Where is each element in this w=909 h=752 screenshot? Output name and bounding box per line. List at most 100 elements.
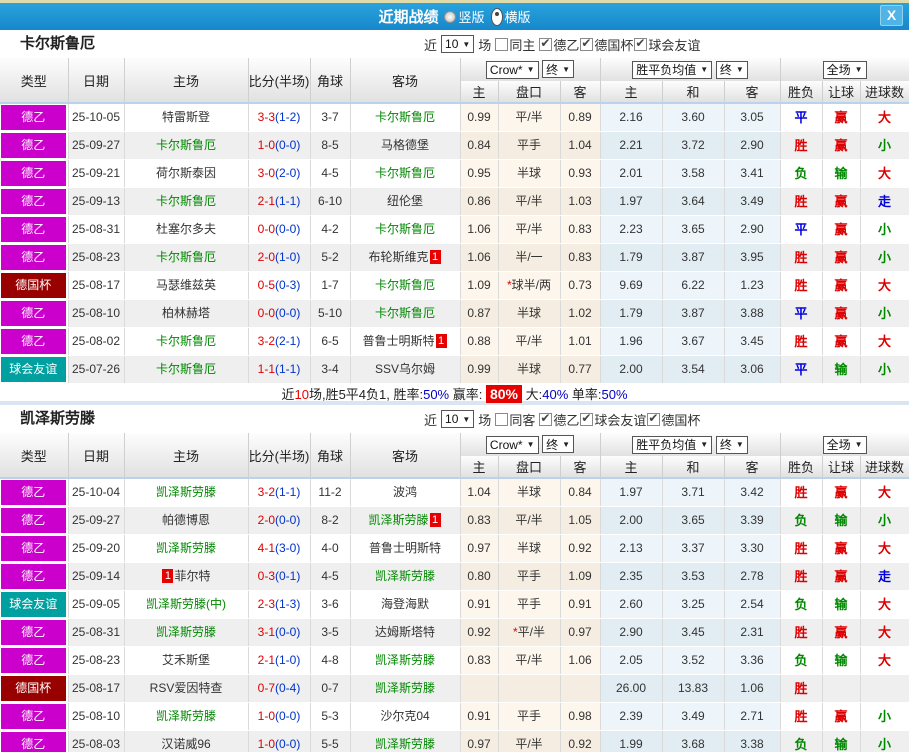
away-odds-cell: 0.84 [560, 478, 601, 507]
avg-time-select[interactable]: 终 ▼ [715, 60, 748, 79]
checkbox-checked-icon[interactable] [634, 36, 648, 51]
avg-home-cell: 1.96 [600, 327, 663, 356]
col-avg-away: 客 [724, 456, 781, 479]
avg-home-cell: 2.16 [600, 103, 663, 132]
home-odds-cell: 0.87 [460, 299, 499, 328]
league-type-badge: 德乙 [1, 189, 66, 214]
fulltime-score: 0-7 [257, 681, 275, 695]
avg-draw-cell: 3.67 [662, 327, 725, 356]
odds-group-header: Crow* ▼ 终 ▼ [460, 433, 601, 456]
date-cell: 25-09-14 [68, 562, 125, 591]
fullmatch-select[interactable]: 全场 ▼ [822, 60, 867, 79]
home-team-cell: 凯泽斯劳滕 [124, 534, 249, 563]
checkbox-checked-icon[interactable] [580, 36, 594, 51]
avg-select[interactable]: 胜平负均值 ▼ [632, 60, 713, 79]
match-count-select[interactable]: 10 ▼ [441, 35, 475, 53]
avg-home-cell: 1.99 [600, 730, 663, 752]
fullmatch-select[interactable]: 全场 ▼ [822, 435, 867, 454]
odds-time-select[interactable]: 终 ▼ [542, 60, 575, 79]
corner-cell: 3-5 [310, 618, 351, 647]
league-type-badge: 德乙 [1, 564, 66, 589]
avg-group-header: 胜平负均值 ▼ 终 ▼ [600, 58, 781, 81]
team-name-text: 达姆斯塔特 [374, 625, 435, 639]
match-row: 德乙 25-10-05 特雷斯登 3-3(1-2) 3-7 卡尔斯鲁厄 0.99 平/半 0.8… [0, 103, 909, 132]
halftime-score: (1-1) [275, 362, 301, 376]
radio-unselected-icon[interactable] [444, 10, 457, 23]
date-cell: 25-08-23 [68, 243, 125, 272]
league-filter[interactable]: 德国杯 [580, 35, 633, 54]
home-odds-cell: 0.92 [460, 618, 499, 647]
handicap-result-cell: 赢 [822, 327, 861, 356]
match-row: 德国杯 25-08-17 RSV爱因特查 0-7(0-4) 0-7 凯泽斯劳滕 26.00 1… [0, 674, 909, 703]
col-handicap-result: 让球 [822, 456, 861, 479]
match-row: 德乙 25-10-04 凯泽斯劳滕 3-2(1-1) 11-2 波鸿 1.04 半球 0.84 1… [0, 478, 909, 507]
halftime-score: (1-0) [275, 653, 301, 667]
col-away: 客场 [350, 58, 461, 104]
avg-home-cell: 2.01 [600, 159, 663, 188]
checkbox-checked-icon[interactable] [647, 411, 661, 426]
section-header: 卡尔斯鲁厄 近 10 ▼ 场 同主 德乙德国杯球会友谊 [0, 30, 909, 58]
corner-cell: 4-2 [310, 215, 351, 244]
result-cell: 平 [780, 215, 823, 244]
avg-draw-cell: 3.54 [662, 355, 725, 384]
col-result: 胜负 [780, 456, 823, 479]
handicap-cell: 半球 [498, 299, 561, 328]
checkbox-unchecked-icon[interactable] [495, 412, 509, 426]
col-crow-home: 主 [460, 456, 499, 479]
col-score: 比分(半场) [248, 58, 311, 104]
league-type-cell: 德乙 [0, 702, 69, 731]
odds-time-select[interactable]: 终 ▼ [542, 435, 575, 454]
away-team-cell: 普鲁士明斯特 1 [350, 327, 461, 356]
league-filter[interactable]: 球会友谊 [580, 410, 646, 429]
corner-cell: 4-0 [310, 534, 351, 563]
col-type: 类型 [0, 433, 69, 479]
team-name-text: 卡尔斯鲁厄 [374, 278, 435, 292]
avg-home-cell: 2.21 [600, 131, 663, 160]
league-filter[interactable]: 球会友谊 [634, 35, 700, 54]
chevron-down-icon: ▼ [562, 439, 571, 449]
radio-horizontal-layout[interactable]: 横版 [490, 7, 531, 26]
page-title: 近期战绩 [378, 9, 439, 26]
checkbox-checked-icon[interactable] [539, 36, 553, 51]
league-filter[interactable]: 德乙 [539, 35, 579, 54]
match-row: 德乙 25-09-21 荷尔斯泰因 3-0(2-0) 4-5 卡尔斯鲁厄 0.95 半球 0.9… [0, 159, 909, 188]
results-body: 德乙 25-10-04 凯泽斯劳滕 3-2(1-1) 11-2 波鸿 1.04 半球 0.84 1… [0, 478, 909, 752]
bookmaker-select[interactable]: Crow* ▼ [485, 60, 539, 79]
league-filter[interactable]: 德乙 [539, 410, 579, 429]
goals-cell: 小 [860, 730, 909, 752]
match-count-select[interactable]: 10 ▼ [441, 410, 475, 428]
away-odds-cell: 0.77 [560, 355, 601, 384]
home-odds-cell: 1.06 [460, 243, 499, 272]
radio-selected-icon[interactable] [490, 7, 503, 26]
checkbox-checked-icon[interactable] [539, 411, 553, 426]
avg-draw-cell: 3.49 [662, 702, 725, 731]
league-type-cell: 德乙 [0, 562, 69, 591]
red-card-badge: 1 [435, 334, 447, 348]
team-name-text: 柏林赫塔 [161, 306, 210, 320]
chevron-down-icon: ▼ [462, 39, 471, 49]
fulltime-score: 1-0 [257, 138, 275, 152]
away-team-cell: SSV乌尔姆 [350, 355, 461, 384]
team-name-text: 卡尔斯鲁厄 [374, 306, 435, 320]
corner-cell: 0-7 [310, 674, 351, 703]
same-venue-filter[interactable]: 同客 [495, 410, 535, 429]
close-button[interactable]: X [880, 5, 903, 26]
away-team-cell: 卡尔斯鲁厄 [350, 103, 461, 132]
away-odds-cell: 0.83 [560, 243, 601, 272]
bookmaker-select[interactable]: Crow* ▼ [485, 435, 539, 454]
checkbox-unchecked-icon[interactable] [495, 37, 509, 51]
date-cell: 25-10-05 [68, 103, 125, 132]
league-filter[interactable]: 德国杯 [647, 410, 700, 429]
radio-vertical-layout[interactable]: 竖版 [444, 7, 485, 26]
league-type-cell: 德乙 [0, 478, 69, 507]
date-cell: 25-07-26 [68, 355, 125, 384]
avg-away-cell: 3.88 [724, 299, 781, 328]
avg-draw-cell: 3.65 [662, 215, 725, 244]
result-cell: 胜 [780, 674, 823, 703]
checkbox-checked-icon[interactable] [580, 411, 594, 426]
avg-select[interactable]: 胜平负均值 ▼ [632, 435, 713, 454]
same-venue-filter[interactable]: 同主 [495, 35, 535, 54]
team-name-text: 马格德堡 [380, 138, 429, 152]
avg-time-select[interactable]: 终 ▼ [715, 435, 748, 454]
home-odds-cell: 1.04 [460, 478, 499, 507]
